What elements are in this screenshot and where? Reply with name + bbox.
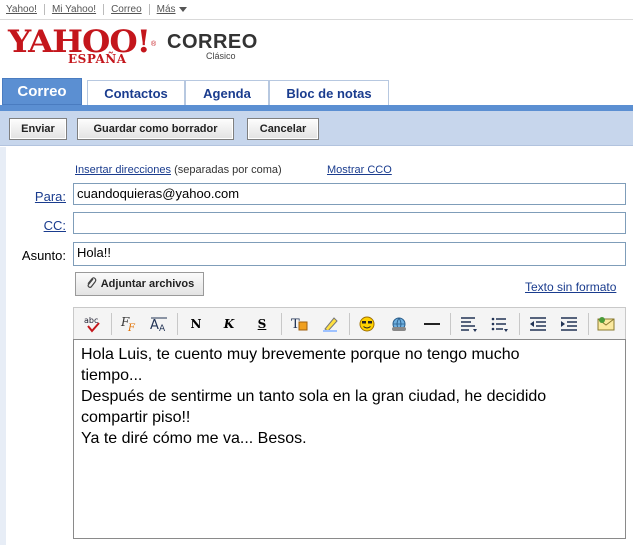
divider — [148, 4, 150, 15]
spell-check-text: abc — [84, 316, 98, 325]
yahoo-link[interactable]: Yahoo! — [6, 4, 37, 15]
divider — [103, 4, 105, 15]
bold-button[interactable]: N — [184, 313, 208, 335]
mas-menu[interactable]: Más — [157, 4, 187, 15]
body-line: tiempo... — [81, 367, 143, 384]
spell-check-icon[interactable]: abc — [81, 313, 105, 335]
registered-mark: ® — [151, 41, 157, 48]
font-family-icon[interactable]: FF — [117, 313, 141, 335]
tab-bloc-de-notas[interactable]: Bloc de notas — [269, 80, 389, 105]
highlight-icon[interactable] — [319, 313, 343, 335]
top-links-bar: Yahoo! Mi Yahoo! Correo Más — [0, 0, 633, 20]
main-tabs: Correo Contactos Agenda Bloc de notas — [0, 78, 633, 105]
top-links: Yahoo! Mi Yahoo! Correo Más — [6, 4, 187, 15]
divider — [588, 313, 589, 335]
attach-files-button[interactable]: Adjuntar archivos — [75, 272, 204, 296]
underline-button[interactable]: S — [250, 313, 274, 335]
indent-icon[interactable] — [557, 313, 581, 335]
italic-button[interactable]: K — [217, 313, 241, 335]
align-icon[interactable] — [457, 313, 481, 335]
plain-text-link[interactable]: Texto sin formato — [525, 280, 616, 294]
tab-contactos[interactable]: Contactos — [87, 80, 185, 105]
divider — [111, 313, 112, 335]
logo-region: ESPAÑA — [68, 52, 127, 66]
save-draft-button[interactable]: Guardar como borrador — [77, 118, 234, 140]
insert-link-icon[interactable] — [387, 313, 411, 335]
show-bcc-link[interactable]: Mostrar CCO — [327, 164, 392, 176]
divider — [349, 313, 350, 335]
mi-yahoo-link[interactable]: Mi Yahoo! — [52, 4, 96, 15]
yahoo-logo[interactable]: YAHOO! ESPAÑA ® — [8, 27, 158, 67]
body-line: Hola Luis, te cuento muy brevemente porq… — [81, 346, 520, 363]
divider — [177, 313, 178, 335]
horizontal-rule-icon[interactable] — [420, 313, 444, 335]
editor-toolbar: abc FF AA N K S T — [73, 307, 626, 339]
divider — [450, 313, 451, 335]
cc-field[interactable] — [73, 212, 626, 234]
body-line: Ya te diré cómo me va... Besos. — [81, 430, 307, 447]
to-label[interactable]: Para: — [6, 189, 66, 204]
chevron-down-icon — [178, 6, 187, 12]
cc-label[interactable]: CC: — [6, 218, 66, 233]
text-color-icon[interactable]: T — [288, 313, 312, 335]
emoticon-icon[interactable] — [355, 313, 379, 335]
subject-label: Asunto: — [21, 248, 66, 263]
message-body-editor[interactable]: Hola Luis, te cuento muy brevemente porq… — [73, 339, 626, 539]
insert-addresses-link[interactable]: Insertar direcciones — [75, 164, 171, 176]
divider — [519, 313, 520, 335]
mas-label: Más — [156, 4, 176, 15]
body-line: Después de sentirme un tanto sola en la … — [81, 388, 547, 405]
attach-files-label: Adjuntar archivos — [100, 278, 195, 290]
font-size-icon[interactable]: AA — [147, 313, 171, 335]
divider — [281, 313, 282, 335]
paperclip-icon — [85, 276, 97, 293]
svg-text:A: A — [159, 324, 166, 333]
cancel-button[interactable]: Cancelar — [247, 118, 319, 140]
insert-hint-text: (separadas por coma) — [174, 164, 282, 176]
divider — [43, 4, 45, 15]
subject-field[interactable]: Hola!! — [73, 242, 626, 266]
stationery-icon[interactable] — [594, 313, 618, 335]
list-icon[interactable] — [488, 313, 512, 335]
body-line: compartir piso!! — [81, 409, 191, 426]
outdent-icon[interactable] — [526, 313, 550, 335]
tab-agenda[interactable]: Agenda — [185, 80, 269, 105]
tab-correo[interactable]: Correo — [2, 78, 82, 105]
to-field[interactable]: cuandoquieras@yahoo.com — [73, 183, 626, 205]
svg-text:F: F — [127, 323, 136, 333]
app-subtitle: Clásico — [206, 51, 236, 61]
send-button[interactable]: Enviar — [9, 118, 67, 140]
compose-toolbar: Enviar Guardar como borrador Cancelar — [0, 111, 633, 146]
correo-link[interactable]: Correo — [111, 4, 142, 15]
insert-addresses-hint: Insertar direcciones (separadas por coma… — [75, 164, 282, 176]
svg-text:A: A — [150, 318, 159, 333]
